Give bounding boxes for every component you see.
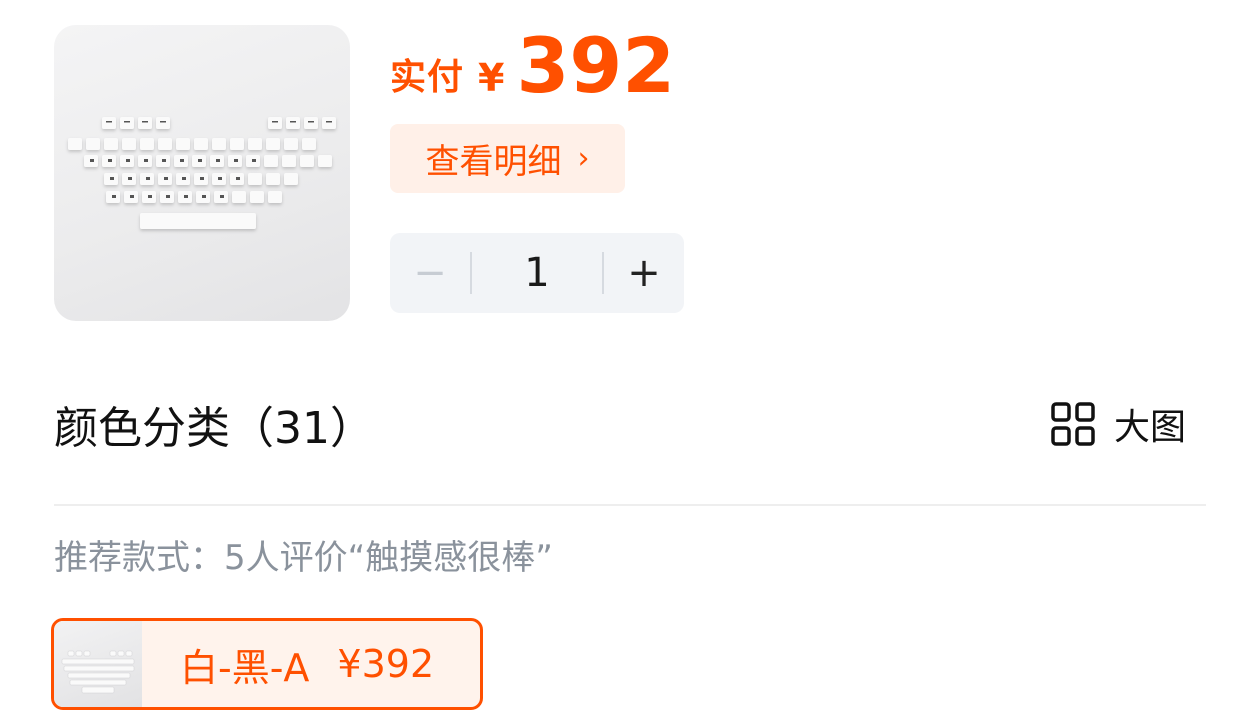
keyboard-keycaps-thumbnail [61, 650, 135, 694]
color-category-title: 颜色分类（31） [54, 403, 374, 454]
large-image-view-button[interactable]: 大图 [1050, 398, 1186, 450]
variant-price: ¥392 [337, 642, 435, 686]
quantity-value[interactable]: 1 [472, 250, 602, 296]
product-image[interactable] [54, 25, 350, 321]
section-divider [54, 504, 1206, 506]
variant-thumbnail [54, 621, 142, 707]
view-details-label: 查看明细 [425, 142, 562, 182]
decrease-quantity-button[interactable]: − [390, 233, 470, 313]
variant-name: 白-黑-A [180, 645, 310, 690]
increase-quantity-button[interactable]: + [604, 233, 684, 313]
quantity-stepper: − 1 + [390, 233, 684, 313]
price-row: 实付 ¥ 392 [390, 24, 675, 108]
recommended-style-text: 推荐款式：5人评价“触摸感很棒” [54, 538, 553, 578]
variant-option-selected[interactable]: 白-黑-A ¥392 [51, 618, 483, 710]
price-currency: ¥ [478, 56, 505, 100]
grid-icon [1051, 402, 1095, 446]
keyboard-keycaps-image [68, 117, 336, 229]
chevron-right-icon: › [577, 141, 590, 176]
view-details-button[interactable]: 查看明细 › [390, 124, 625, 193]
large-image-label: 大图 [1114, 407, 1187, 448]
price-value: 392 [516, 21, 676, 110]
price-label: 实付 [390, 57, 465, 98]
